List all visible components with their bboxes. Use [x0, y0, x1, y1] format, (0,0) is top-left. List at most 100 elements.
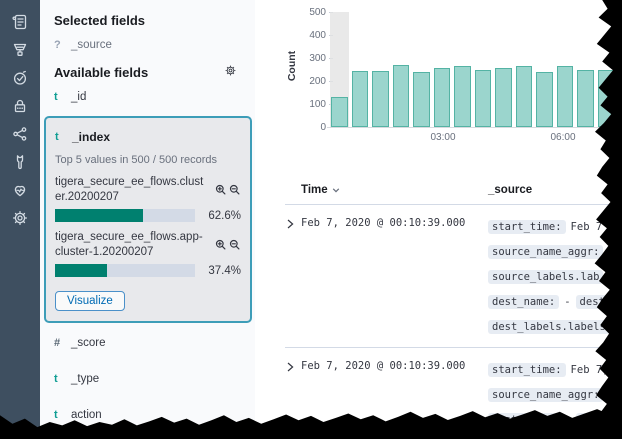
- source-field-value: -: [564, 414, 570, 426]
- table-row: Feb 7, 2020 @ 00:10:39.000start_time:Feb…: [285, 205, 622, 348]
- histogram-bar[interactable]: [372, 71, 389, 127]
- row-source-cell: start_time:Feb 7source_name_aggr:source_…: [488, 214, 622, 339]
- top-values-summary: Top 5 values in 500 / 500 records: [55, 154, 241, 166]
- field-type-icon: t: [54, 91, 71, 103]
- lock-icon[interactable]: [6, 97, 34, 115]
- histogram-bar[interactable]: [536, 72, 553, 127]
- available-fields-header: Available fields: [54, 62, 245, 84]
- table-body: Feb 7, 2020 @ 00:10:39.000start_time:Feb…: [285, 205, 622, 439]
- histogram-plot[interactable]: [330, 12, 622, 127]
- histogram-bar[interactable]: [393, 65, 410, 127]
- histogram-bar[interactable]: [577, 70, 594, 127]
- source-field-line: source_labels.lab: [488, 264, 622, 289]
- filter-for-value-icon[interactable]: [215, 183, 227, 201]
- filter-out-value-icon[interactable]: [229, 183, 241, 201]
- column-header-time[interactable]: Time: [301, 184, 488, 196]
- uptime-icon[interactable]: [6, 69, 34, 87]
- field-type-icon: t: [54, 409, 71, 421]
- source-field-line: start_time: Feb 7,: [488, 357, 622, 382]
- histogram-bar[interactable]: [557, 66, 574, 127]
- y-tick-label: 300: [300, 53, 326, 64]
- top-value-bucket: tigera_secure_ee_flows.app-cluster-1.202…: [55, 230, 241, 277]
- field-name: _id: [71, 91, 86, 103]
- bucket-value: tigera_secure_ee_flows.app-cluster-1.202…: [55, 230, 241, 260]
- bucket-progress-fill: [55, 209, 143, 222]
- y-tick-label: 200: [300, 76, 326, 87]
- histogram-bar[interactable]: [413, 72, 430, 127]
- source-field-value: Feb 7: [571, 221, 603, 233]
- field-type-icon: ?: [54, 39, 71, 51]
- expand-row-icon[interactable]: [285, 357, 301, 439]
- field-name: action: [71, 409, 102, 421]
- field-item-partial[interactable]: #: [40, 433, 255, 439]
- field-item-_index[interactable]: t _index: [55, 126, 241, 148]
- source-field-value: -: [564, 296, 570, 308]
- field-item-_type[interactable]: t_type: [40, 361, 255, 397]
- documents-table: Time _source Feb 7, 2020 @ 00:10:39.000s…: [285, 182, 622, 439]
- source-field-key: dest_name:: [488, 295, 559, 309]
- histogram-bar[interactable]: [331, 97, 348, 127]
- share-nodes-icon[interactable]: [6, 125, 34, 143]
- source-field-line: dest_name:-dest: [488, 289, 622, 314]
- histogram-bar[interactable]: [352, 71, 369, 127]
- field-item-_source[interactable]: ?_source: [40, 32, 255, 58]
- row-timestamp: Feb 7, 2020 @ 00:10:39.000: [301, 214, 488, 339]
- source-field-line: dest_labels.labels: [488, 314, 622, 339]
- filter-for-value-icon[interactable]: [215, 238, 227, 256]
- bucket-percent: 37.4%: [195, 265, 241, 277]
- field-item-_score[interactable]: #_score: [40, 325, 255, 361]
- field-name: _source: [71, 39, 112, 51]
- histogram-bar[interactable]: [516, 66, 533, 127]
- field-name: _type: [71, 373, 99, 385]
- y-axis-title: Count: [286, 46, 298, 86]
- source-field-key: source_name_aggr:: [488, 388, 603, 402]
- heartbeat-icon[interactable]: [6, 181, 34, 199]
- histogram-bar[interactable]: [475, 70, 492, 128]
- kibana-discover-screenshot: Selected fields ?_source Available field…: [0, 0, 622, 439]
- sort-descending-icon[interactable]: [331, 185, 341, 195]
- histogram-bar[interactable]: [454, 66, 471, 127]
- x-tick-label: 06:00: [543, 132, 583, 143]
- selected-fields-title: Selected fields: [54, 10, 145, 32]
- histogram-bar[interactable]: [434, 68, 451, 127]
- column-header-source: _source: [488, 184, 532, 196]
- field-item-_id[interactable]: t_id: [40, 84, 255, 110]
- y-tick-label: 500: [300, 7, 326, 18]
- gear-icon[interactable]: [6, 209, 34, 227]
- y-tick-label: 0: [300, 122, 326, 133]
- field-settings-gear-icon[interactable]: [224, 62, 237, 84]
- source-field-key: dest,: [576, 413, 616, 427]
- available-fields-list-top: t_id: [40, 84, 255, 110]
- x-tick-label: 03:00: [423, 132, 463, 143]
- flows-icon[interactable]: [6, 41, 34, 59]
- selected-fields-list: ?_source: [40, 32, 255, 58]
- source-field-line: source_name_aggr:: [488, 382, 622, 407]
- row-source-cell: start_time: Feb 7, source_name_aggr: dest_n…: [488, 357, 622, 439]
- source-field-key: start_time:: [488, 363, 566, 377]
- histogram-bar[interactable]: [495, 68, 512, 127]
- table-header: Time _source: [285, 182, 622, 205]
- wrench-icon[interactable]: [6, 153, 34, 171]
- string-field-type-icon: t: [55, 131, 72, 143]
- source-field-value: Feb 7,: [571, 364, 609, 376]
- field-type-icon: t: [54, 373, 71, 385]
- field-name: _score: [71, 337, 106, 349]
- filter-out-value-icon[interactable]: [229, 238, 241, 256]
- source-field-key: source_labels.lab: [488, 270, 603, 284]
- source-field-key: dest: [576, 295, 609, 309]
- expand-row-icon[interactable]: [285, 214, 301, 339]
- visualize-button[interactable]: Visualize: [55, 291, 125, 311]
- histogram-bar[interactable]: [598, 70, 615, 127]
- field-item-action[interactable]: taction: [40, 397, 255, 433]
- table-row: Feb 7, 2020 @ 00:10:39.000start_time: Feb…: [285, 348, 622, 439]
- selected-fields-header: Selected fields: [54, 10, 245, 32]
- source-field-line: dest_labels.label: [488, 432, 622, 439]
- source-field-key: dest_name:: [488, 413, 559, 427]
- row-timestamp: Feb 7, 2020 @ 00:10:39.000: [301, 357, 488, 439]
- logs-icon[interactable]: [6, 13, 34, 31]
- bucket-value: tigera_secure_ee_flows.cluster.20200207: [55, 175, 241, 205]
- bucket-percent: 62.6%: [195, 210, 241, 222]
- fields-sidebar: Selected fields ?_source Available field…: [40, 0, 255, 439]
- top-value-bucket: tigera_secure_ee_flows.cluster.20200207 …: [55, 175, 241, 222]
- app-nav-rail: [0, 0, 40, 439]
